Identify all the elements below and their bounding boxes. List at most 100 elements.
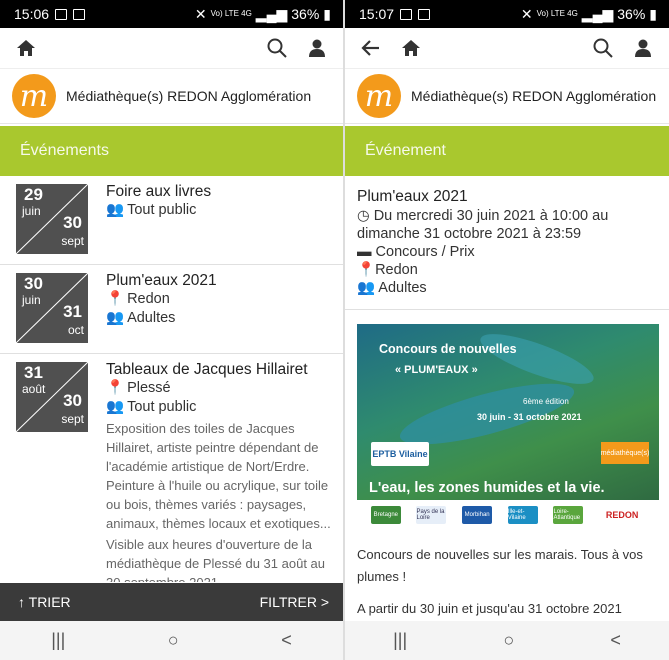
- date-range-badge: 31 août 30 sept: [16, 362, 88, 432]
- date-range-badge: 29 juin 30 sept: [16, 184, 88, 254]
- event-audience: Tout public: [127, 202, 197, 218]
- folder-icon: ▬: [357, 244, 376, 260]
- brand-name: Médiathèque(s) REDON Agglomération: [411, 88, 657, 104]
- audience-icon: 👥: [106, 310, 125, 326]
- battery-icon: ▮: [323, 5, 331, 22]
- event-category: Concours / Prix: [375, 244, 475, 260]
- end-month: oct: [67, 323, 84, 337]
- event-item-tableaux-hillairet[interactable]: 31 août 30 sept Tableaux de Jacques Hill…: [0, 354, 343, 582]
- event-title[interactable]: Plum'eaux 2021: [106, 272, 331, 290]
- end-month: sept: [61, 234, 84, 248]
- end-day: 30: [63, 213, 82, 232]
- signal-icon: ▂▄▆: [581, 5, 614, 22]
- events-list-screen: 15:06 ✕ Vo) LTE 4G ▂▄▆ 36% ▮ m Médiathèq…: [0, 0, 343, 660]
- sponsor-logos: Bretagne Pays de la Loire Morbihan Ille-…: [357, 500, 659, 530]
- image-icon: [73, 8, 86, 20]
- user-icon[interactable]: [305, 36, 329, 60]
- back-button[interactable]: <: [281, 630, 292, 651]
- mediatheque-logo: m: [357, 74, 401, 118]
- image-icon: [418, 8, 431, 20]
- brand-name: Médiathèque(s) REDON Agglomération: [66, 88, 312, 104]
- description-paragraph: A partir du 30 juin et jusqu'au 31 octob…: [357, 601, 622, 616]
- event-datetime: Du mercredi 30 juin 2021 à 10:00 au dima…: [357, 208, 609, 242]
- status-time: 15:06: [14, 6, 50, 22]
- eptb-logo: EPTB Vilaine: [371, 442, 429, 466]
- section-title: Événement: [365, 142, 446, 159]
- user-icon[interactable]: [631, 36, 655, 60]
- location-icon: 📍: [106, 380, 125, 396]
- clock-icon: ◷: [357, 208, 374, 224]
- event-item-plumeaux[interactable]: 30 juin 31 oct Plum'eaux 2021 📍 Redon 👥 Ad…: [0, 265, 343, 354]
- event-title[interactable]: Foire aux livres: [106, 183, 331, 201]
- location-icon: 📍: [357, 262, 376, 278]
- event-description: Exposition des toiles de Jacques Hillair…: [106, 421, 331, 531]
- system-nav-bar: ||| ○ <: [0, 621, 343, 660]
- poster-edition: 6ème édition: [523, 397, 569, 406]
- sponsor-logo: Bretagne: [370, 506, 401, 524]
- recent-apps-button[interactable]: |||: [51, 630, 65, 651]
- network-indicator: Vo) LTE 4G: [536, 9, 578, 18]
- top-bar: [0, 28, 343, 68]
- recent-apps-button[interactable]: |||: [393, 630, 407, 651]
- start-day: 29: [24, 185, 43, 204]
- calendar-icon: [55, 8, 68, 20]
- search-icon[interactable]: [591, 36, 615, 60]
- event-audience: Tout public: [127, 399, 197, 415]
- event-detail: Plum'eaux 2021 ◷ Du mercredi 30 juin 202…: [345, 176, 669, 621]
- audience-icon: 👥: [106, 202, 125, 218]
- audience-icon: 👥: [357, 280, 379, 296]
- start-day: 31: [24, 363, 43, 382]
- event-place: Redon: [127, 291, 170, 307]
- end-month: sept: [61, 412, 84, 426]
- back-arrow-icon[interactable]: [359, 36, 383, 60]
- brand-header[interactable]: m Médiathèque(s) REDON Agglomération: [345, 68, 669, 124]
- description-paragraph: Concours de nouvelles sur les marais. To…: [357, 547, 643, 584]
- battery-level: 36%: [291, 6, 320, 22]
- event-description-hours: Visible aux heures d'ouverture de la méd…: [106, 537, 326, 582]
- event-detail-header: Plum'eaux 2021 ◷ Du mercredi 30 juin 202…: [345, 176, 669, 310]
- start-month: août: [22, 382, 46, 396]
- system-nav-bar: ||| ○ <: [345, 621, 669, 660]
- event-title[interactable]: Tableaux de Jacques Hillairet: [106, 361, 331, 379]
- list-actions-bar: ↑ TRIER FILTRER >: [0, 583, 343, 621]
- events-list: 29 juin 30 sept Foire aux livres 👥 Tout p…: [0, 176, 343, 582]
- calendar-icon: [400, 8, 413, 20]
- event-item-foire-aux-livres[interactable]: 29 juin 30 sept Foire aux livres 👥 Tout p…: [0, 176, 343, 265]
- status-time: 15:07: [359, 6, 395, 22]
- sponsor-logo: Loire-Atlantique: [553, 506, 584, 524]
- network-indicator: Vo) LTE 4G: [210, 9, 252, 18]
- section-title-bar: Événements: [0, 126, 343, 176]
- location-icon: 📍: [106, 291, 125, 307]
- audience-icon: 👥: [106, 399, 125, 415]
- back-button[interactable]: <: [610, 630, 621, 651]
- sponsor-logo: Ille-et-Vilaine: [507, 506, 538, 524]
- sponsor-logo: Pays de la Loire: [416, 506, 447, 524]
- section-title: Événements: [20, 142, 109, 159]
- status-bar: 15:06 ✕ Vo) LTE 4G ▂▄▆ 36% ▮: [0, 0, 343, 28]
- sort-button[interactable]: ↑ TRIER: [18, 594, 71, 610]
- start-month: juin: [22, 293, 41, 307]
- search-icon[interactable]: [265, 36, 289, 60]
- home-button[interactable]: ○: [168, 630, 179, 651]
- event-place: Redon: [375, 262, 418, 278]
- event-audience: Adultes: [127, 310, 176, 326]
- battery-level: 36%: [617, 6, 646, 22]
- event-audience: Adultes: [378, 280, 427, 296]
- filter-button[interactable]: FILTRER >: [260, 594, 329, 610]
- home-button[interactable]: ○: [503, 630, 514, 651]
- end-day: 31: [63, 302, 82, 321]
- battery-icon: ▮: [649, 5, 657, 22]
- event-poster[interactable]: Concours de nouvelles « PLUM'EAUX » 6ème…: [357, 324, 659, 530]
- event-title: Plum'eaux 2021: [357, 188, 468, 205]
- start-month: juin: [22, 204, 41, 218]
- date-range-badge: 30 juin 31 oct: [16, 273, 88, 343]
- start-day: 30: [24, 274, 43, 293]
- home-icon[interactable]: [399, 36, 423, 60]
- sponsor-logo: REDON: [599, 506, 646, 524]
- event-detail-screen: 15:07 ✕ Vo) LTE 4G ▂▄▆ 36% ▮ m Médiathèq…: [345, 0, 669, 660]
- home-icon[interactable]: [14, 36, 38, 60]
- poster-title: Concours de nouvelles: [379, 342, 517, 356]
- signal-icon: ▂▄▆: [255, 5, 288, 22]
- brand-header[interactable]: m Médiathèque(s) REDON Agglomération: [0, 68, 343, 124]
- section-title-bar: Événement: [345, 126, 669, 176]
